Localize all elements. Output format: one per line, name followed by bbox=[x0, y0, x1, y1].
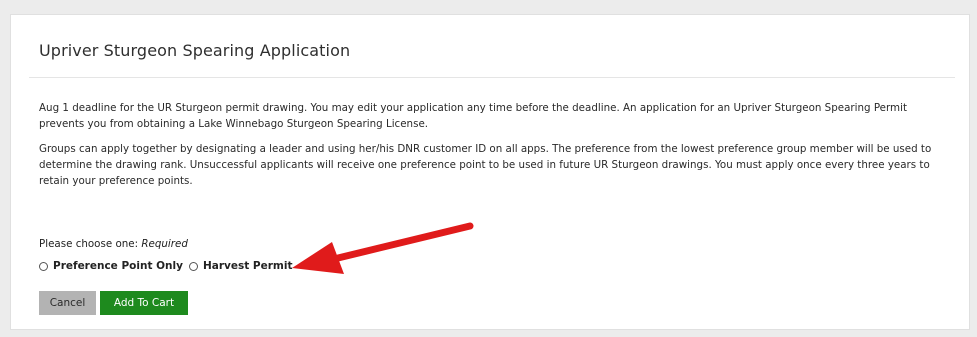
harvest-permit-radio[interactable] bbox=[188, 261, 198, 271]
page-title: Upriver Sturgeon Spearing Application bbox=[39, 41, 351, 60]
choose-one-label: Please choose one: Required bbox=[39, 238, 188, 250]
deadline-paragraph: Aug 1 deadline for the UR Sturgeon permi… bbox=[39, 102, 907, 130]
arrow-head bbox=[292, 242, 344, 274]
choose-label-text: Please choose one: bbox=[39, 238, 139, 250]
option-harvest-permit[interactable]: Harvest Permit bbox=[188, 260, 293, 272]
preference-point-radio[interactable] bbox=[39, 261, 48, 271]
red-arrow-icon bbox=[292, 222, 474, 274]
form-actions: Cancel Add To Cart bbox=[39, 291, 188, 315]
group-info-paragraph: Groups can apply together by designating… bbox=[39, 143, 932, 187]
required-indicator: Required bbox=[141, 238, 188, 250]
title-divider bbox=[29, 77, 955, 78]
cancel-button[interactable]: Cancel bbox=[39, 291, 96, 315]
application-card: Upriver Sturgeon Spearing Application Au… bbox=[10, 14, 970, 330]
preference-point-label[interactable]: Preference Point Only bbox=[53, 260, 183, 272]
add-to-cart-button[interactable]: Add To Cart bbox=[100, 291, 188, 315]
permit-type-options: Preference Point Only Harvest Permit bbox=[39, 260, 298, 272]
harvest-permit-label[interactable]: Harvest Permit bbox=[203, 260, 293, 272]
option-preference-point-only[interactable]: Preference Point Only bbox=[39, 260, 183, 272]
arrow-shaft bbox=[334, 222, 474, 262]
